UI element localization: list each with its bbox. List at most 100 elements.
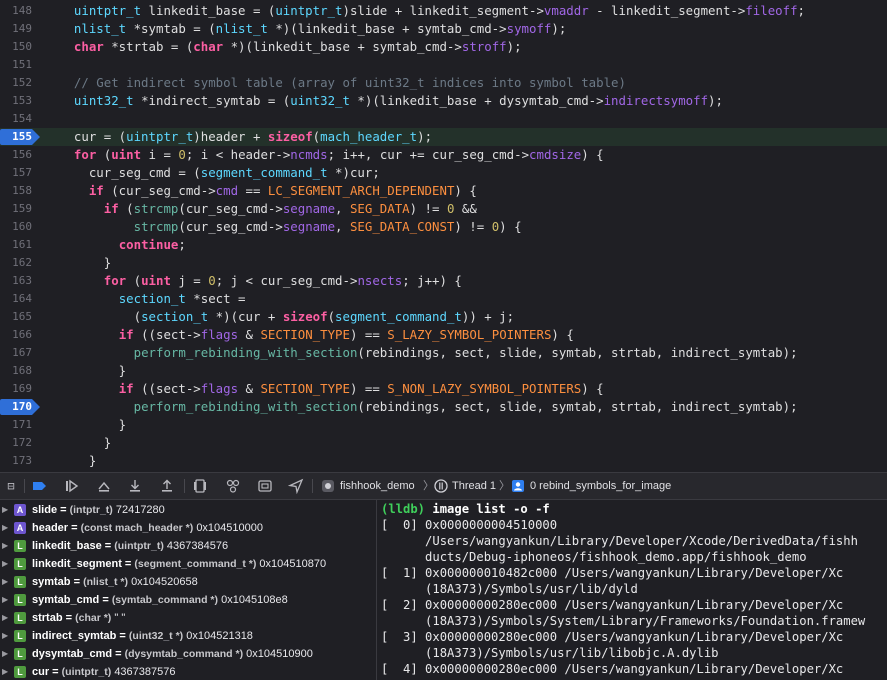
code-line[interactable]: 149 nlist_t *symtab = (nlist_t *)(linked… — [0, 20, 887, 38]
code-line[interactable]: 162 } — [0, 254, 887, 272]
code-token: ); — [708, 93, 723, 108]
code-line[interactable]: 150 char *strtab = (char *)(linkedit_bas… — [0, 38, 887, 56]
code-line[interactable]: 155 cur = (uintptr_t)header + sizeof(mac… — [0, 128, 887, 146]
breadcrumb-frame[interactable]: 0 rebind_symbols_for_image — [530, 473, 671, 500]
variable-row[interactable]: ▶ Aslide = (intptr_t) 72417280 — [0, 501, 376, 519]
line-number[interactable]: 170 — [0, 398, 32, 416]
disclosure-triangle-icon[interactable]: ▶ — [2, 627, 10, 645]
disclosure-triangle-icon[interactable]: ▶ — [2, 663, 10, 680]
code-line[interactable]: 164 section_t *sect = — [0, 290, 887, 308]
disclosure-triangle-icon[interactable]: ▶ — [2, 609, 10, 627]
line-number[interactable]: 152 — [0, 74, 32, 92]
variable-row[interactable]: ▶ Lstrtab = (char *) " " — [0, 609, 376, 627]
environment-overrides-icon[interactable] — [257, 478, 273, 494]
code-token: S_NON_LAZY_SYMBOL_POINTERS — [387, 381, 582, 396]
code-line[interactable]: 153 uint32_t *indirect_symtab = (uint32_… — [0, 92, 887, 110]
breakpoints-toggle-icon[interactable] — [31, 478, 47, 494]
variable-row[interactable]: ▶ Llinkedit_segment = (segment_command_t … — [0, 555, 376, 573]
line-number[interactable]: 163 — [0, 272, 32, 290]
line-number[interactable]: 169 — [0, 380, 32, 398]
line-number[interactable]: 162 — [0, 254, 32, 272]
code-line[interactable]: 151 — [0, 56, 887, 74]
disclosure-triangle-icon[interactable]: ▶ — [2, 537, 10, 555]
code-line[interactable]: 152 // Get indirect symbol table (array … — [0, 74, 887, 92]
code-line[interactable]: 171 } — [0, 416, 887, 434]
code-line[interactable]: 159 if (strcmp(cur_seg_cmd->segname, SEG… — [0, 200, 887, 218]
breadcrumb-target[interactable]: fishhook_demo — [340, 473, 415, 500]
variable-row[interactable]: ▶ Ldysymtab_cmd = (dysymtab_command *) 0x… — [0, 645, 376, 663]
code-line[interactable]: 154 — [0, 110, 887, 128]
disclosure-triangle-icon[interactable]: ▶ — [2, 645, 10, 663]
code-token: strcmp — [133, 219, 179, 234]
line-number[interactable]: 154 — [0, 110, 32, 128]
code-token: ) { — [454, 183, 477, 198]
disclosure-triangle-icon[interactable]: ▶ — [2, 519, 10, 537]
code-line[interactable]: 172 } — [0, 434, 887, 452]
code-line[interactable]: 160 strcmp(cur_seg_cmd->segname, SEG_DAT… — [0, 218, 887, 236]
line-number[interactable]: 173 — [0, 452, 32, 470]
code-line[interactable]: 173 } — [0, 452, 887, 470]
line-number[interactable]: 150 — [0, 38, 32, 56]
step-out-icon[interactable] — [159, 478, 175, 494]
variables-view[interactable]: ▶ Aslide = (intptr_t) 72417280 ▶ Aheader = … — [0, 500, 377, 680]
variable-row[interactable]: ▶ Lsymtab_cmd = (symtab_command *) 0x1045… — [0, 591, 376, 609]
code-line[interactable]: 170 perform_rebinding_with_section(rebin… — [0, 398, 887, 416]
code-line[interactable]: 167 perform_rebinding_with_section(rebin… — [0, 344, 887, 362]
disclosure-triangle-icon[interactable]: ▶ — [2, 573, 10, 591]
memory-graph-icon[interactable] — [225, 478, 241, 494]
line-number[interactable]: 160 — [0, 218, 32, 236]
code-line[interactable]: 148 uintptr_t linkedit_base = (uintptr_t… — [0, 2, 887, 20]
code-token: mach_header_t — [320, 129, 418, 144]
code-text: char *strtab = (char *)(linkedit_base + … — [59, 38, 522, 56]
line-number[interactable]: 161 — [0, 236, 32, 254]
local-badge-icon: L — [14, 630, 26, 642]
variable-row[interactable]: ▶ Lindirect_symtab = (uint32_t *) 0x10452… — [0, 627, 376, 645]
hide-debug-area-icon[interactable]: ⊟ — [3, 478, 19, 494]
disclosure-triangle-icon[interactable]: ▶ — [2, 591, 10, 609]
line-number[interactable]: 149 — [0, 20, 32, 38]
line-number[interactable]: 156 — [0, 146, 32, 164]
variable-row[interactable]: ▶ Llinkedit_base = (uintptr_t) 4367384576 — [0, 537, 376, 555]
code-token: ; — [797, 3, 806, 18]
line-number[interactable]: 158 — [0, 182, 32, 200]
line-number[interactable]: 159 — [0, 200, 32, 218]
view-hierarchy-icon[interactable] — [192, 478, 208, 494]
line-number[interactable]: 166 — [0, 326, 32, 344]
continue-icon[interactable] — [63, 478, 79, 494]
code-line[interactable]: 156 for (uint i = 0; i < header->ncmds; … — [0, 146, 887, 164]
step-into-icon[interactable] — [127, 478, 143, 494]
line-number[interactable]: 148 — [0, 2, 32, 20]
line-number[interactable]: 155 — [0, 128, 32, 146]
line-number[interactable]: 164 — [0, 290, 32, 308]
disclosure-triangle-icon[interactable]: ▶ — [2, 501, 10, 519]
code-line[interactable]: 161 continue; — [0, 236, 887, 254]
variable-row[interactable]: ▶ Lcur = (uintptr_t) 4367387576 — [0, 663, 376, 680]
code-token: nlist_t — [215, 21, 268, 36]
source-editor[interactable]: 148 uintptr_t linkedit_base = (uintptr_t… — [0, 0, 887, 472]
line-number[interactable]: 171 — [0, 416, 32, 434]
disclosure-triangle-icon[interactable]: ▶ — [2, 555, 10, 573]
code-line[interactable]: 168 } — [0, 362, 887, 380]
code-line[interactable]: 169 if ((sect->flags & SECTION_TYPE) == … — [0, 380, 887, 398]
code-line[interactable]: 166 if ((sect->flags & SECTION_TYPE) == … — [0, 326, 887, 344]
line-number[interactable]: 165 — [0, 308, 32, 326]
variable-row[interactable]: ▶ Aheader = (const mach_header *) 0x10451… — [0, 519, 376, 537]
line-number[interactable]: 151 — [0, 56, 32, 74]
console-output-line: [ 1] 0x000000010482c000 /Users/wangyanku… — [381, 566, 844, 580]
code-line[interactable]: 157 cur_seg_cmd = (segment_command_t *)c… — [0, 164, 887, 182]
breadcrumb-thread[interactable]: Thread 1 — [452, 473, 496, 500]
line-number[interactable]: 157 — [0, 164, 32, 182]
lldb-console[interactable]: (lldb) image list -o -f [ 0] 0x000000000… — [377, 500, 887, 680]
variable-row[interactable]: ▶ Lsymtab = (nlist_t *) 0x104520658 — [0, 573, 376, 591]
simulate-location-icon[interactable] — [287, 478, 304, 495]
step-over-icon[interactable] — [96, 478, 112, 494]
line-number[interactable]: 167 — [0, 344, 32, 362]
code-line[interactable]: 163 for (uint j = 0; j < cur_seg_cmd->ns… — [0, 272, 887, 290]
code-line[interactable]: 158 if (cur_seg_cmd->cmd == LC_SEGMENT_A… — [0, 182, 887, 200]
line-number[interactable]: 172 — [0, 434, 32, 452]
code-line[interactable]: 165 (section_t *)(cur + sizeof(segment_c… — [0, 308, 887, 326]
line-number[interactable]: 168 — [0, 362, 32, 380]
local-badge-icon: L — [14, 576, 26, 588]
code-token: *)cur; — [327, 165, 380, 180]
line-number[interactable]: 153 — [0, 92, 32, 110]
